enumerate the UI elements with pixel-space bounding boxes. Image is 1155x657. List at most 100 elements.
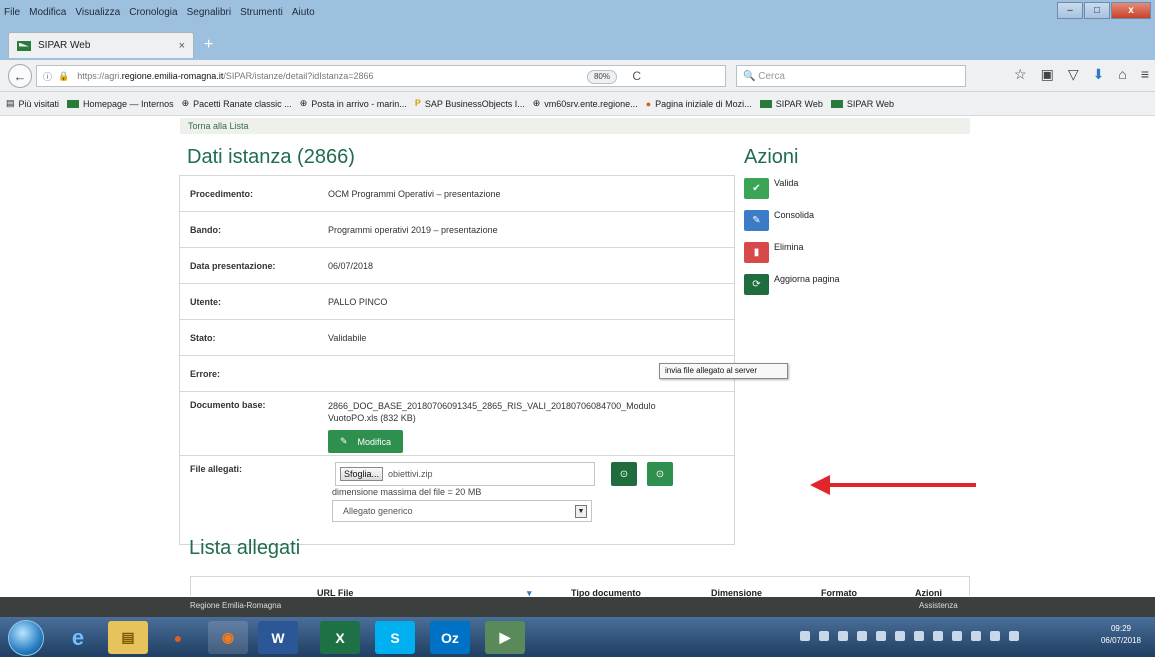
address-bar[interactable]: ⓘ 🔒 https://agri. regione.emilia-romagna.… [36, 65, 726, 87]
documento-base-filename[interactable]: 2866_DOC_BASE_20180706091345_2865_RIS_VA… [328, 400, 658, 424]
details-table: Procedimento: OCM Programmi Operativi – … [179, 175, 735, 545]
flag-icon [759, 99, 772, 108]
bookmark-mozilla[interactable]: ● Pagina iniziale di Mozi... [646, 99, 752, 109]
footer-assistenza-link[interactable]: Assistenza [919, 601, 958, 610]
chevron-down-icon: ▼ [575, 505, 587, 518]
menu-visualizza[interactable]: Visualizza [75, 7, 120, 18]
add-file-button[interactable]: ⊙ [647, 462, 673, 486]
menu-cronologia[interactable]: Cronologia [129, 7, 177, 18]
new-tab-button[interactable]: + [204, 36, 213, 54]
bookmark-sap[interactable]: 𝐏 SAP BusinessObjects I... [415, 98, 525, 109]
chrome-icon[interactable]: ● [158, 621, 198, 654]
pocket-icon[interactable]: ▽ [1068, 66, 1079, 83]
start-button[interactable] [8, 620, 44, 656]
search-input[interactable]: 🔍 Cerca [736, 65, 966, 87]
zoom-indicator[interactable]: 80% [586, 70, 617, 84]
tray-icon[interactable] [819, 631, 829, 641]
tray-icon[interactable] [857, 631, 867, 641]
bookmark-label: Pagina iniziale di Mozi... [655, 98, 752, 109]
explorer-icon[interactable]: ▤ [108, 621, 148, 654]
minimize-button[interactable]: – [1057, 2, 1083, 19]
bookmark-homepage[interactable]: Homepage — Internos [67, 99, 174, 109]
bookmark-piu-visitati[interactable]: ▤ Più visitati [6, 98, 59, 109]
row-value: PALLO PINCO [328, 296, 388, 307]
tray-icon[interactable] [952, 631, 962, 641]
close-tab-icon[interactable]: × [179, 40, 185, 52]
excel-icon[interactable]: X [320, 621, 360, 654]
upload-file-button[interactable]: ⊙ [611, 462, 637, 486]
menu-file[interactable]: File [4, 7, 20, 18]
system-clock[interactable]: 09:29 06/07/2018 [1101, 623, 1141, 647]
menu-modifica[interactable]: Modifica [29, 7, 66, 18]
screen: File Modifica Visualizza Cronologia Segn… [0, 0, 1155, 657]
bookmark-vm60srv[interactable]: ⊕ vm60srv.ente.regione... [533, 98, 638, 109]
row-documento-base: Documento base: 2866_DOC_BASE_2018070609… [180, 392, 734, 456]
return-to-list-link[interactable]: Torna alla Lista [180, 118, 970, 134]
maximize-button[interactable]: □ [1084, 2, 1110, 19]
back-button[interactable]: ← [8, 64, 32, 88]
tray-icon[interactable] [800, 631, 810, 641]
bookmark-sipar-2[interactable]: SIPAR Web [830, 98, 895, 109]
add-icon: ⊙ [655, 468, 665, 480]
window-controls: – □ x [1056, 2, 1151, 19]
modifica-button[interactable]: ✎ Modifica [328, 430, 404, 453]
menu-segnalibri[interactable]: Segnalibri [187, 7, 231, 18]
word-icon[interactable]: W [258, 621, 298, 654]
actions-panel: ✔ Valida ✎ Consolida ▮ Elimina ⟳ Aggiorn… [744, 178, 840, 306]
action-label: Aggiorna pagina [774, 274, 840, 284]
bookmark-posta[interactable]: ⊕ Posta in arrivo - marin... [300, 98, 407, 109]
row-label: Data presentazione: [190, 260, 276, 271]
bookmark-sipar-1[interactable]: SIPAR Web [759, 99, 823, 109]
row-value: 06/07/2018 [328, 260, 374, 271]
menu-aiuto[interactable]: Aiuto [292, 7, 315, 18]
outlook-icon[interactable]: Oz [430, 621, 470, 654]
row-stato: Stato: Validabile [180, 320, 734, 356]
home-icon[interactable]: ⌂ [1118, 66, 1126, 83]
tray-icon[interactable] [1009, 631, 1019, 641]
firefox-icon[interactable]: ◉ [208, 621, 248, 654]
skype-icon[interactable]: S [375, 621, 415, 654]
tray-icon[interactable] [895, 631, 905, 641]
bookmark-label: Più visitati [18, 98, 60, 109]
flag-icon [830, 99, 843, 108]
action-consolida[interactable]: ✎ Consolida [744, 210, 840, 231]
ie-icon[interactable]: e [58, 621, 98, 654]
page-title: Dati istanza (2866) [187, 146, 355, 168]
reload-icon[interactable]: C [632, 69, 641, 83]
document-type-select[interactable]: Allegato generico ▼ [332, 500, 592, 522]
bookmarks-library-icon[interactable]: ▣ [1041, 66, 1054, 83]
action-aggiorna-pagina[interactable]: ⟳ Aggiorna pagina [744, 274, 840, 295]
bookmark-star-icon[interactable]: ☆ [1014, 66, 1027, 83]
menu-strumenti[interactable]: Strumenti [240, 7, 283, 18]
tray-icon[interactable] [971, 631, 981, 641]
lock-icon: 🔒 [58, 70, 70, 81]
tray-icon[interactable] [933, 631, 943, 641]
row-file-allegati: File allegati: Sfoglia... obiettivi.zip … [180, 456, 734, 544]
download-icon[interactable]: ⬇ [1093, 66, 1105, 83]
bookmark-label: SIPAR Web [846, 98, 895, 109]
upload-icon: ⊙ [619, 468, 629, 480]
bookmark-pacetti[interactable]: ⊕ Pacetti Ranate classic ... [182, 98, 292, 109]
action-valida[interactable]: ✔ Valida [744, 178, 840, 199]
row-value: 2866_DOC_BASE_20180706091345_2865_RIS_VA… [322, 400, 734, 455]
url-path: /SIPAR/istanze/detail?idIstanza=2866 [223, 71, 374, 81]
footer-region: Regione Emilia-Romagna [190, 601, 282, 610]
tab-sipar-web[interactable]: SIPAR Web × [8, 32, 194, 58]
tray-icon[interactable] [876, 631, 886, 641]
system-tray [800, 631, 1019, 641]
menu-hamburger-icon[interactable]: ≡ [1141, 66, 1149, 83]
sfoglia-button[interactable]: Sfoglia... [340, 467, 384, 481]
site-info-icon[interactable]: ⓘ [43, 70, 52, 83]
file-input[interactable]: Sfoglia... obiettivi.zip [335, 462, 595, 486]
tray-icon[interactable] [838, 631, 848, 641]
close-window-button[interactable]: x [1111, 2, 1151, 19]
tray-icon[interactable] [914, 631, 924, 641]
action-elimina[interactable]: ▮ Elimina [744, 242, 840, 263]
tab-bar: SIPAR Web × + [0, 24, 1155, 60]
tray-icon[interactable] [990, 631, 1000, 641]
media-icon[interactable]: ▶ [485, 621, 525, 654]
attachments-list-title: Lista allegati [189, 537, 301, 559]
refresh-icon: ⟳ [744, 274, 769, 295]
check-icon: ✔ [744, 178, 769, 199]
row-utente: Utente: PALLO PINCO [180, 284, 734, 320]
